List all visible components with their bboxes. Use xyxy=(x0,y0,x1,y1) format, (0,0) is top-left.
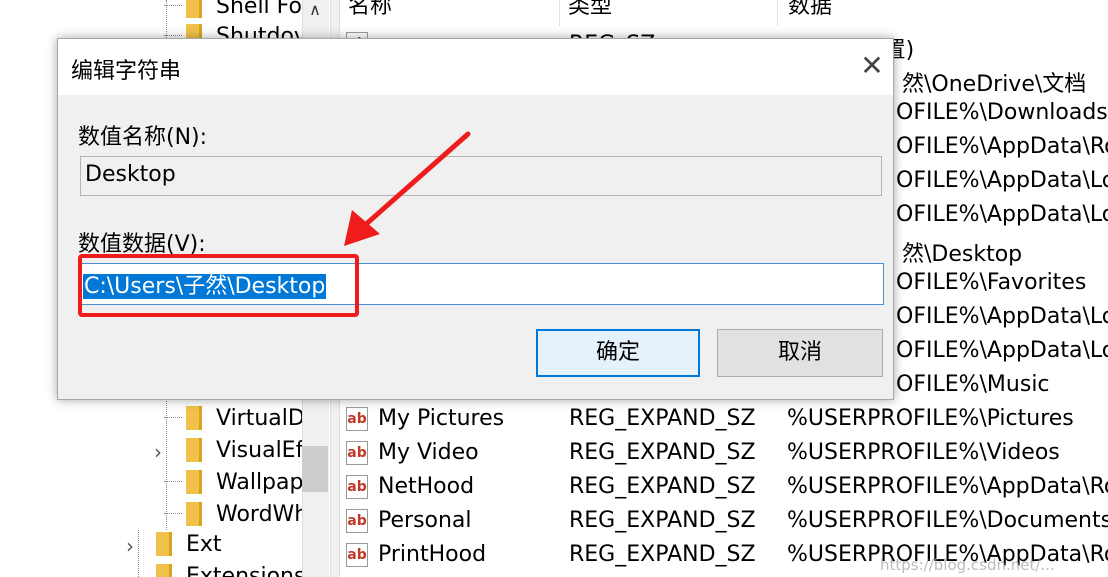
cancel-button[interactable]: 取消 xyxy=(717,329,883,377)
column-header-type[interactable]: 类型 xyxy=(568,0,612,20)
value-data: OFILE%\Music xyxy=(896,372,1050,397)
value-name: My Pictures xyxy=(378,406,505,431)
tree-item-label: VisualEf xyxy=(216,437,304,463)
tree-item-label: Ext xyxy=(186,531,222,557)
value-name-text: Desktop xyxy=(85,162,176,187)
tree-item-ext[interactable]: Ext xyxy=(156,528,222,560)
column-header-name[interactable]: 名称 xyxy=(348,0,392,20)
value-data: OFILE%\AppData\Lo xyxy=(896,202,1108,227)
tree-item-label: Wallpap xyxy=(216,469,304,495)
value-name: NetHood xyxy=(378,474,475,499)
value-type: REG_EXPAND_SZ xyxy=(569,542,756,567)
tree-item-shell-folders[interactable]: Shell Fol xyxy=(164,0,309,22)
value-data: 然\OneDrive\文档 xyxy=(902,72,1087,97)
value-data: OFILE%\AppData\Ro xyxy=(896,134,1108,159)
value-data: OFILE%\AppData\Lo xyxy=(896,338,1108,363)
folder-icon xyxy=(156,532,172,556)
value-data: %USERPROFILE%\Documents xyxy=(787,508,1108,533)
annotation-arrow-icon xyxy=(344,131,471,246)
folder-icon xyxy=(186,470,202,494)
tree-item-visualeffects[interactable]: VisualEf xyxy=(186,434,303,466)
string-value-icon: ab xyxy=(346,441,368,465)
value-name-field: Desktop xyxy=(80,156,882,196)
watermark-text: https://blog.csdn.net/... xyxy=(880,556,1055,574)
tree-guide-line xyxy=(138,530,139,577)
tree-item-virtualdesktops[interactable]: VirtualD xyxy=(164,402,305,434)
chevron-right-icon[interactable]: › xyxy=(126,534,134,558)
dialog-titlebar[interactable]: 编辑字符串 ✕ xyxy=(58,39,893,95)
value-name-label: 数值名称(N): xyxy=(78,125,208,150)
string-value-icon: ab xyxy=(346,543,368,567)
value-data: OFILE%\Downloads xyxy=(896,100,1108,125)
annotation-highlight-box xyxy=(78,254,359,317)
folder-icon xyxy=(186,438,202,462)
tree-item-wordwheel[interactable]: WordWh xyxy=(164,498,309,530)
folder-icon xyxy=(186,406,202,430)
ok-button[interactable]: 确定 xyxy=(536,329,700,377)
value-data: OFILE%\AppData\Lo xyxy=(896,168,1108,193)
value-data: %USERPROFILE%\AppData\Ro xyxy=(787,474,1108,499)
string-value-icon: ab xyxy=(346,475,368,499)
table-row[interactable]: ab NetHood REG_EXPAND_SZ %USERPROFILE%\A… xyxy=(340,470,1108,504)
tree-item-label: WordWh xyxy=(216,501,309,527)
value-data: 然\Desktop xyxy=(902,242,1023,267)
tree-item-label: Extensions xyxy=(186,563,306,577)
value-name: PrintHood xyxy=(378,542,487,567)
folder-icon xyxy=(156,564,172,577)
value-data: %USERPROFILE%\Videos xyxy=(787,440,1060,465)
tree-item-label: Shell Fol xyxy=(216,0,309,19)
column-header-data[interactable]: 数据 xyxy=(788,0,832,20)
string-value-icon: ab xyxy=(346,407,368,431)
value-type: REG_EXPAND_SZ xyxy=(569,406,756,431)
value-data: OFILE%\Favorites xyxy=(896,270,1087,295)
table-row[interactable]: ab Personal REG_EXPAND_SZ %USERPROFILE%\… xyxy=(340,504,1108,538)
value-name: My Video xyxy=(378,440,479,465)
scroll-up-icon[interactable]: ∧ xyxy=(302,0,328,20)
value-data: %USERPROFILE%\Pictures xyxy=(787,406,1074,431)
close-icon[interactable]: ✕ xyxy=(855,49,889,83)
value-name: Personal xyxy=(378,508,472,533)
string-value-icon: ab xyxy=(346,509,368,533)
folder-icon xyxy=(186,0,202,18)
tree-item-extensions[interactable]: Extensions xyxy=(156,560,305,577)
tree-item-label: VirtualD xyxy=(216,405,305,431)
table-row[interactable]: ab My Pictures REG_EXPAND_SZ %USERPROFIL… xyxy=(340,402,1108,436)
value-data: OFILE%\AppData\Lo xyxy=(896,304,1108,329)
value-type: REG_EXPAND_SZ xyxy=(569,440,756,465)
tree-scrollbar-thumb[interactable] xyxy=(302,446,328,492)
folder-icon xyxy=(186,502,202,526)
dialog-title: 编辑字符串 xyxy=(71,59,182,84)
value-type: REG_EXPAND_SZ xyxy=(569,508,756,533)
value-type: REG_EXPAND_SZ xyxy=(569,474,756,499)
chevron-right-icon[interactable]: › xyxy=(154,440,162,464)
tree-item-wallpapers[interactable]: Wallpap xyxy=(164,466,304,498)
table-row[interactable]: ab My Video REG_EXPAND_SZ %USERPROFILE%\… xyxy=(340,436,1108,470)
